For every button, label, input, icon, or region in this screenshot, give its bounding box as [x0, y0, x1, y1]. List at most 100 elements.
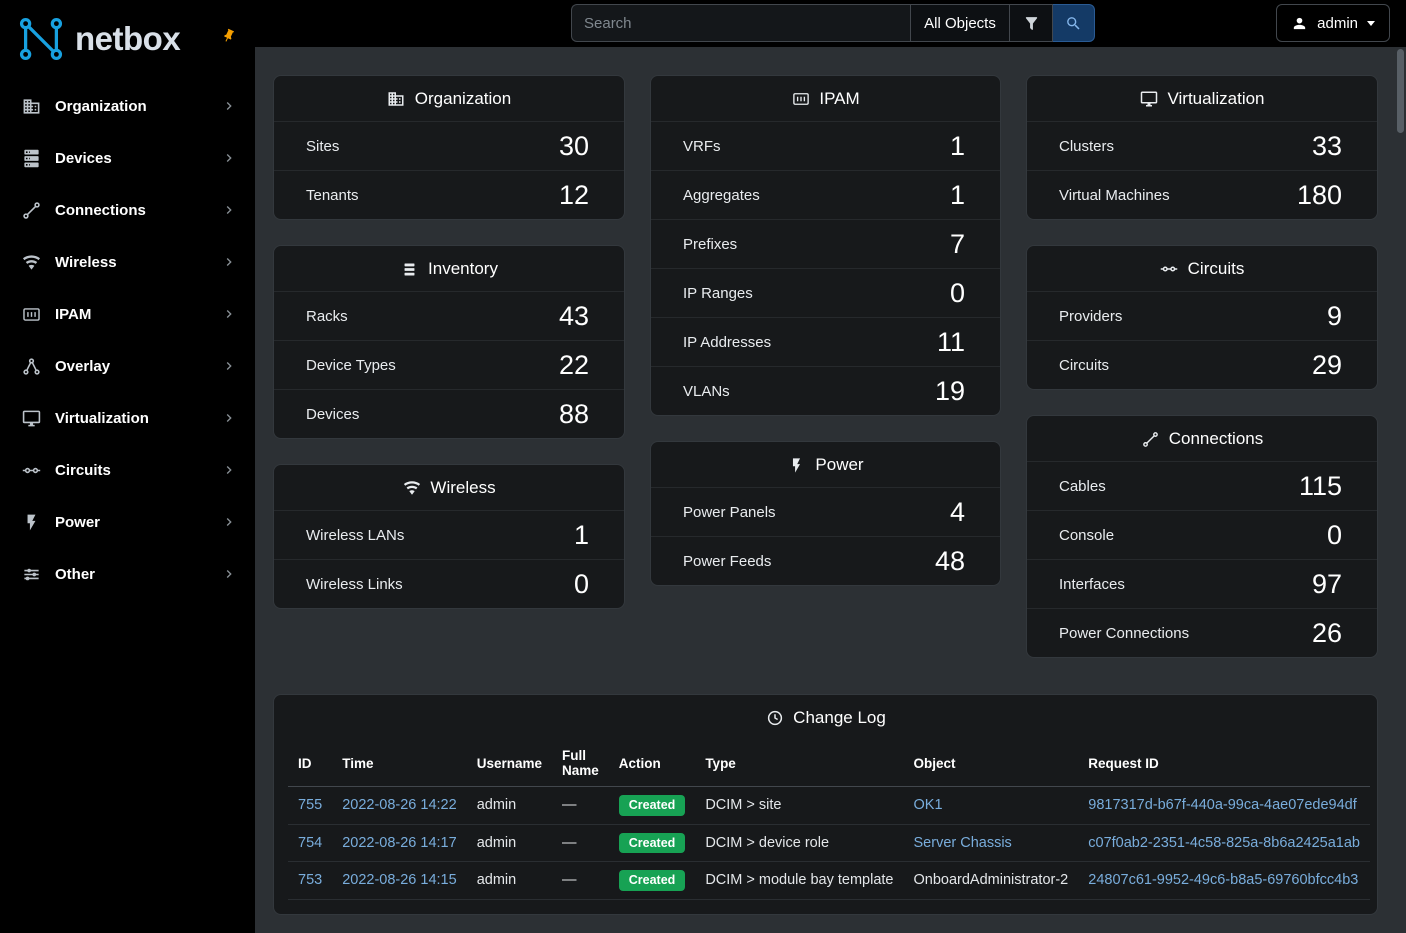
sidebar-item-label: Circuits	[55, 462, 221, 479]
chevron-right-icon	[221, 358, 237, 374]
stat-value[interactable]: 0	[950, 278, 965, 309]
card-header: Circuits	[1027, 246, 1377, 291]
stat-row: Devices 88	[274, 389, 624, 438]
stat-value[interactable]: 48	[935, 546, 965, 577]
stat-value[interactable]: 26	[1312, 618, 1342, 649]
tune-icon	[20, 563, 42, 585]
stat-value[interactable]: 4	[950, 497, 965, 528]
chevron-right-icon	[221, 410, 237, 426]
lightning-icon	[787, 456, 806, 475]
stat-value[interactable]: 19	[935, 376, 965, 407]
sidebar-item-label: Connections	[55, 202, 221, 219]
search-button[interactable]	[1053, 4, 1095, 42]
chevron-right-icon	[221, 306, 237, 322]
change-type: DCIM > site	[705, 797, 781, 813]
change-object-link[interactable]: Server Chassis	[914, 835, 1012, 851]
card-circuits: Circuits Providers 9 Circuits 29	[1026, 245, 1378, 390]
change-id-link[interactable]: 755	[298, 797, 322, 813]
created-badge: Created	[619, 795, 686, 816]
stat-row: Tenants 12	[274, 170, 624, 219]
sidebar-item-connections[interactable]: Connections	[0, 184, 255, 236]
transit-icon	[20, 459, 42, 481]
changelog-table: ID Time Username Full Name Action Type O…	[288, 740, 1370, 900]
card-title: Virtualization	[1167, 89, 1264, 109]
wifi-icon	[20, 251, 42, 273]
stat-value[interactable]: 12	[559, 180, 589, 211]
stat-value[interactable]: 180	[1297, 180, 1342, 211]
filter-button[interactable]	[1010, 4, 1053, 42]
sidebar-item-power[interactable]: Power	[0, 496, 255, 548]
stat-label: Power Connections	[1059, 625, 1189, 642]
stat-value[interactable]: 43	[559, 301, 589, 332]
stat-value[interactable]: 7	[950, 229, 965, 260]
stat-row: IP Addresses 11	[651, 317, 1000, 366]
sidebar-item-label: Organization	[55, 98, 221, 115]
dashboard-column-2: IPAM VRFs 1 Aggregates 1 Prefixes 7 IP R…	[650, 75, 1001, 586]
stat-value[interactable]: 29	[1312, 350, 1342, 381]
changelog-header: Change Log	[274, 695, 1377, 740]
building-icon	[387, 90, 406, 109]
stat-label: Wireless Links	[306, 576, 403, 593]
pin-sidebar-icon[interactable]	[216, 26, 238, 50]
stat-value[interactable]: 9	[1327, 301, 1342, 332]
change-fullname: —	[562, 835, 577, 851]
sidebar-item-wireless[interactable]: Wireless	[0, 236, 255, 288]
stat-value[interactable]: 1	[950, 180, 965, 211]
changelog-title: Change Log	[793, 708, 886, 728]
chevron-right-icon	[221, 566, 237, 582]
change-username: admin	[477, 835, 517, 851]
transit-icon	[1160, 260, 1179, 279]
stat-label: VLANs	[683, 383, 730, 400]
scrollbar-thumb[interactable]	[1397, 49, 1404, 133]
stat-row: Console 0	[1027, 510, 1377, 559]
stat-value[interactable]: 97	[1312, 569, 1342, 600]
sidebar-item-circuits[interactable]: Circuits	[0, 444, 255, 496]
object-type-select[interactable]: All Objects	[910, 4, 1010, 42]
card-title: Organization	[415, 89, 511, 109]
sidebar-nav: Organization Devices Connections Wireles…	[0, 76, 255, 600]
stat-value[interactable]: 1	[950, 131, 965, 162]
stat-label: Circuits	[1059, 357, 1109, 374]
sidebar-item-virtualization[interactable]: Virtualization	[0, 392, 255, 444]
sidebar-item-ipam[interactable]: IPAM	[0, 288, 255, 340]
change-id-link[interactable]: 753	[298, 872, 322, 888]
stat-value[interactable]: 0	[1327, 520, 1342, 551]
created-badge: Created	[619, 870, 686, 891]
sidebar-item-organization[interactable]: Organization	[0, 80, 255, 132]
dashboard-column-3: Virtualization Clusters 33 Virtual Machi…	[1026, 75, 1378, 658]
user-menu-button[interactable]: admin	[1276, 4, 1390, 42]
card-title: Wireless	[430, 478, 495, 498]
stat-row: Racks 43	[274, 291, 624, 340]
request-id-link[interactable]: c07f0ab2-2351-4c58-825a-8b6a2425a1ab	[1088, 835, 1360, 851]
change-object-link[interactable]: OK1	[914, 797, 943, 813]
sidebar-item-overlay[interactable]: Overlay	[0, 340, 255, 392]
stat-value[interactable]: 11	[937, 327, 965, 358]
stat-row: Prefixes 7	[651, 219, 1000, 268]
netbox-logo[interactable]: netbox	[0, 0, 255, 76]
chevron-right-icon	[221, 202, 237, 218]
stat-row: IP Ranges 0	[651, 268, 1000, 317]
chevron-right-icon	[221, 98, 237, 114]
change-time-link[interactable]: 2022-08-26 14:15	[342, 872, 457, 888]
card-title: Circuits	[1188, 259, 1245, 279]
change-time-link[interactable]: 2022-08-26 14:22	[342, 797, 457, 813]
stat-value[interactable]: 1	[574, 520, 589, 551]
stat-value[interactable]: 33	[1312, 131, 1342, 162]
stat-value[interactable]: 30	[559, 131, 589, 162]
stat-value[interactable]: 115	[1299, 471, 1342, 502]
table-row: 753 2022-08-26 14:15 admin — Created DCI…	[288, 862, 1370, 900]
stat-value[interactable]: 0	[574, 569, 589, 600]
stat-value[interactable]: 22	[559, 350, 589, 381]
server-icon	[20, 147, 42, 169]
card-ipam: IPAM VRFs 1 Aggregates 1 Prefixes 7 IP R…	[650, 75, 1001, 416]
search-input[interactable]	[571, 4, 910, 42]
sidebar-item-other[interactable]: Other	[0, 548, 255, 600]
sidebar-item-devices[interactable]: Devices	[0, 132, 255, 184]
change-username: admin	[477, 797, 517, 813]
change-id-link[interactable]: 754	[298, 835, 322, 851]
request-id-link[interactable]: 9817317d-b67f-440a-99ca-4ae07ede94df	[1088, 797, 1356, 813]
card-header: Inventory	[274, 246, 624, 291]
request-id-link[interactable]: 24807c61-9952-49c6-b8a5-69760bfcc4b3	[1088, 872, 1358, 888]
change-time-link[interactable]: 2022-08-26 14:17	[342, 835, 457, 851]
stat-value[interactable]: 88	[559, 399, 589, 430]
